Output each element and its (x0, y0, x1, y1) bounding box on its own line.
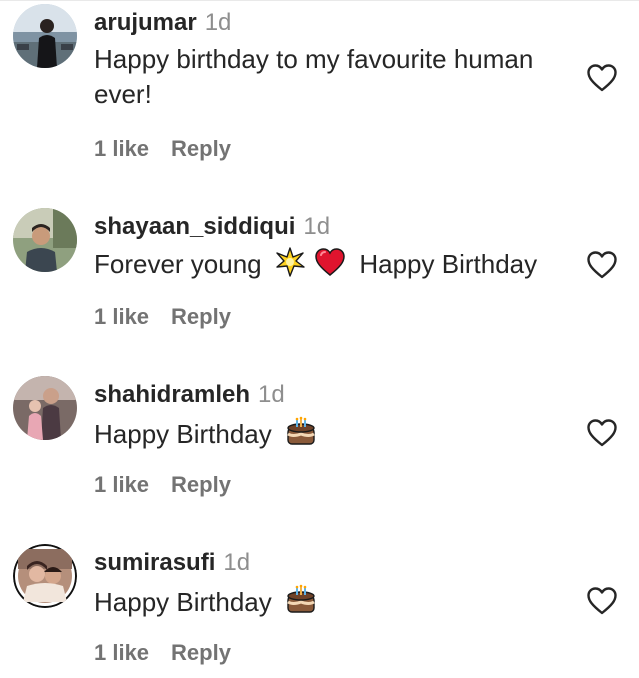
comment-header: shayaan_siddiqui 1d (94, 213, 330, 241)
comment-header: sumirasufi 1d (94, 549, 250, 577)
like-count[interactable]: 1 like (94, 640, 149, 665)
comment-actions: 1 like Reply (94, 304, 231, 330)
comment-header: shahidramleh 1d (94, 381, 285, 409)
comment-text-body: Happy Birthday (94, 419, 272, 449)
comment-header: arujumar 1d (94, 9, 231, 37)
avatar[interactable] (13, 544, 77, 608)
comment-text: Forever young Happy Birthday (94, 247, 564, 282)
top-divider (0, 0, 639, 1)
avatar[interactable] (13, 4, 77, 68)
comment-text: Happy birthday to my favourite human eve… (94, 44, 534, 109)
username[interactable]: arujumar (94, 9, 197, 36)
reply-button[interactable]: Reply (171, 304, 231, 329)
comment-actions: 1 like Reply (94, 472, 231, 498)
comment-text-start: Forever young (94, 249, 262, 279)
reply-button[interactable]: Reply (171, 136, 231, 161)
heart-icon[interactable] (586, 418, 618, 448)
comment-actions: 1 like Reply (94, 640, 231, 666)
avatar[interactable] (13, 376, 77, 440)
birthday-cake-icon (287, 584, 315, 613)
sparkle-star-icon (276, 247, 305, 277)
username[interactable]: shahidramleh (94, 381, 250, 408)
heart-icon[interactable] (586, 250, 618, 280)
heart-icon[interactable] (586, 586, 618, 616)
comment-text-end: Happy Birthday (359, 249, 538, 279)
comment-text: Happy Birthday (94, 583, 534, 620)
timestamp[interactable]: 1d (303, 213, 330, 240)
reply-button[interactable]: Reply (171, 472, 231, 497)
timestamp[interactable]: 1d (223, 549, 250, 576)
timestamp[interactable]: 1d (205, 9, 232, 36)
username[interactable]: shayaan_siddiqui (94, 213, 295, 240)
birthday-cake-icon (287, 416, 315, 445)
timestamp[interactable]: 1d (258, 381, 285, 408)
heart-icon[interactable] (586, 63, 618, 93)
red-heart-icon (315, 248, 345, 276)
like-count[interactable]: 1 like (94, 136, 149, 161)
comment-actions: 1 like Reply (94, 136, 231, 162)
like-count[interactable]: 1 like (94, 472, 149, 497)
username[interactable]: sumirasufi (94, 549, 215, 576)
like-count[interactable]: 1 like (94, 304, 149, 329)
avatar[interactable] (13, 208, 77, 272)
reply-button[interactable]: Reply (171, 640, 231, 665)
comment-text: Happy Birthday (94, 415, 534, 452)
comment-text-body: Happy Birthday (94, 587, 272, 617)
